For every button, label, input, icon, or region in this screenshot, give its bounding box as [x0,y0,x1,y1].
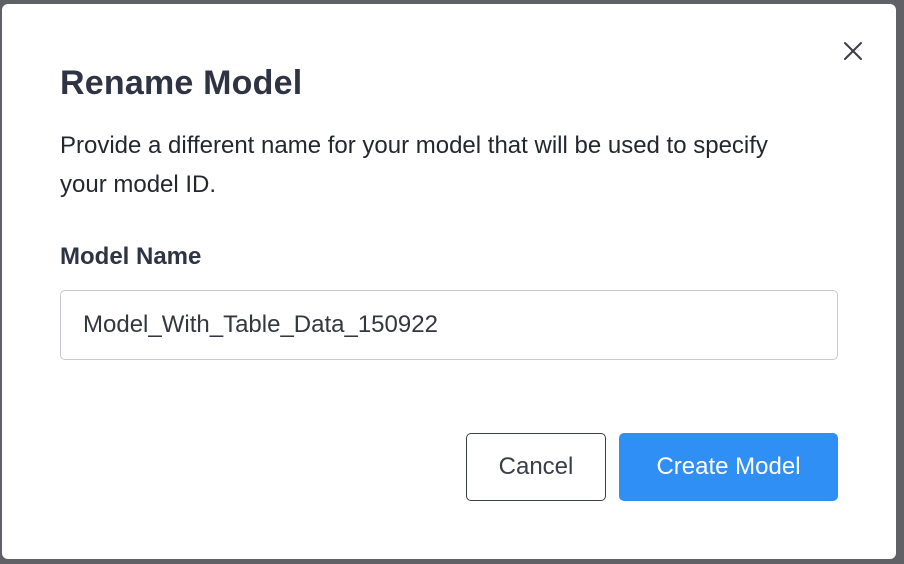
model-name-input[interactable] [60,290,838,360]
close-button[interactable] [840,38,866,64]
dialog-description: Provide a different name for your model … [60,132,768,198]
create-model-button[interactable]: Create Model [619,433,838,501]
dialog-title: Rename Model [60,64,303,102]
cancel-button[interactable]: Cancel [466,433,606,501]
model-name-label: Model Name [60,243,202,270]
rename-model-dialog: Rename Model Provide a different name fo… [2,4,896,559]
close-icon [844,42,862,60]
